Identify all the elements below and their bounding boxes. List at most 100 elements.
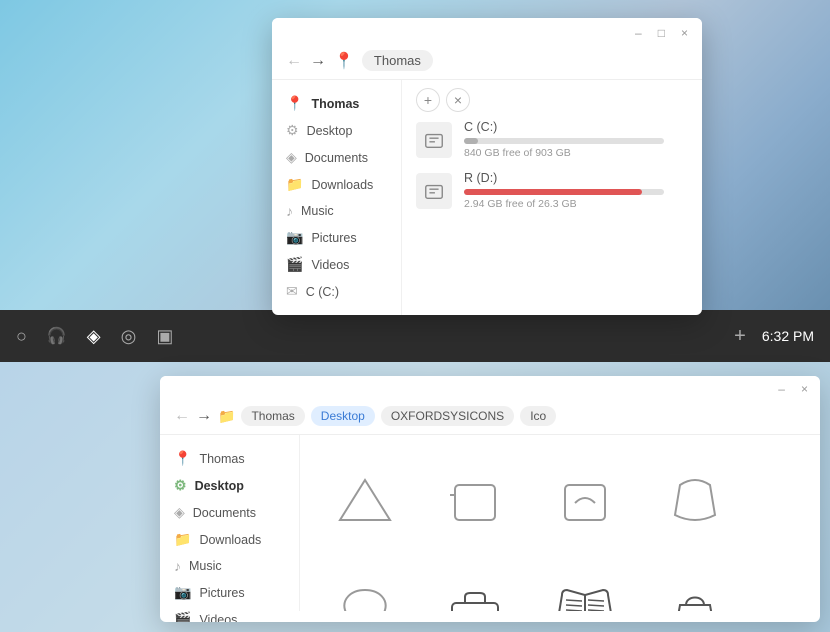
titlebar-bottom: – × xyxy=(160,376,820,402)
drive-c-bar-fill xyxy=(464,138,478,144)
titlebar-top: – □ × xyxy=(272,18,702,46)
compass-icon[interactable]: ◎ xyxy=(121,326,137,347)
pictures-label-top: Pictures xyxy=(311,231,356,245)
breadcrumb-thomas[interactable]: Thomas xyxy=(241,406,304,426)
back-button-top[interactable]: ← xyxy=(286,52,302,70)
sidebar-bottom: 📍 Thomas ⚙ Desktop ◈ Documents 📁 Downloa… xyxy=(160,435,300,611)
sidebar-item-thomas-top[interactable]: 📍 Thomas xyxy=(272,90,401,117)
close-button-top[interactable]: × xyxy=(677,24,692,42)
sidebar-item-desktop-bottom[interactable]: ⚙ Desktop xyxy=(160,472,299,499)
drive-r-info: R (D:) 2.94 GB free of 26.3 GB xyxy=(464,171,688,210)
icon-cell-4[interactable] xyxy=(640,445,750,555)
minimize-button-top[interactable]: – xyxy=(631,24,646,42)
sidebar-item-c-top[interactable]: ✉ C (C:) xyxy=(272,278,401,305)
taskbar-time: 6:32 PM xyxy=(762,328,814,344)
drive-r-item[interactable]: R (D:) 2.94 GB free of 26.3 GB xyxy=(416,171,688,210)
add-drive-button[interactable]: + xyxy=(416,88,440,112)
thomas-icon-bottom: 📍 xyxy=(174,450,191,467)
close-button-bottom[interactable]: × xyxy=(797,380,812,398)
minimize-button-bottom[interactable]: – xyxy=(774,380,789,398)
file-manager-window-top: – □ × ← → 📍 Thomas 📍 Thomas ⚙ Desktop ◈ … xyxy=(272,18,702,315)
image-icon[interactable]: ▣ xyxy=(156,326,173,347)
sidebar-item-thomas-bottom[interactable]: 📍 Thomas xyxy=(160,445,299,472)
desktop-icon-bottom: ⚙ xyxy=(174,477,187,494)
videos-label-bottom: Videos xyxy=(199,613,237,623)
sidebar-item-music-top[interactable]: ♪ Music xyxy=(272,198,401,224)
drive-r-icon xyxy=(416,173,452,209)
drive-c-item[interactable]: C (C:) 840 GB free of 903 GB xyxy=(416,120,688,159)
sidebar-item-documents-bottom[interactable]: ◈ Documents xyxy=(160,499,299,526)
icon-shopping-bag[interactable] xyxy=(640,555,750,611)
c-drive-label-top: C (C:) xyxy=(306,285,339,299)
circle-icon[interactable]: ○ xyxy=(16,326,27,347)
back-button-bottom[interactable]: ← xyxy=(174,407,190,425)
taskbar-icons: ○ 🎧 ◈ ◎ ▣ xyxy=(16,326,734,347)
sidebar-item-pictures-top[interactable]: 📷 Pictures xyxy=(272,224,401,251)
thomas-label-bottom: Thomas xyxy=(199,452,244,466)
forward-button-bottom[interactable]: → xyxy=(196,407,212,425)
icon-briefcase[interactable] xyxy=(420,555,530,611)
maximize-button-top[interactable]: □ xyxy=(654,24,669,42)
toolbar-bottom: ← → 📁 Thomas Desktop OXFORDSYSICONS Ico xyxy=(160,402,820,435)
pictures-icon-bottom: 📷 xyxy=(174,584,191,601)
icon-open-book[interactable] xyxy=(530,555,640,611)
drive-r-name: R (D:) xyxy=(464,171,688,185)
icon-cell-5[interactable] xyxy=(310,555,420,611)
headphone-icon[interactable]: 🎧 xyxy=(47,326,67,346)
sidebar-item-pictures-bottom[interactable]: 📷 Pictures xyxy=(160,579,299,606)
c-drive-icon-top: ✉ xyxy=(286,283,298,300)
music-icon-top: ♪ xyxy=(286,203,293,219)
downloads-icon-top: 📁 xyxy=(286,176,303,193)
videos-icon-top: 🎬 xyxy=(286,256,303,273)
sidebar-item-downloads-top[interactable]: 📁 Downloads xyxy=(272,171,401,198)
downloads-label-top: Downloads xyxy=(311,178,373,192)
downloads-icon-bottom: 📁 xyxy=(174,531,191,548)
music-label-top: Music xyxy=(301,204,334,218)
remove-drive-button[interactable]: × xyxy=(446,88,470,112)
window-bottom-body: 📍 Thomas ⚙ Desktop ◈ Documents 📁 Downloa… xyxy=(160,435,820,611)
videos-label-top: Videos xyxy=(311,258,349,272)
drive-c-size: 840 GB free of 903 GB xyxy=(464,147,688,159)
icon-cell-2[interactable] xyxy=(420,445,530,555)
sidebar-item-videos-top[interactable]: 🎬 Videos xyxy=(272,251,401,278)
documents-label-top: Documents xyxy=(305,151,368,165)
sidebar-item-downloads-bottom[interactable]: 📁 Downloads xyxy=(160,526,299,553)
drive-r-bar-bg xyxy=(464,189,664,195)
drive-c-bar-bg xyxy=(464,138,664,144)
icon-cell-3[interactable] xyxy=(530,445,640,555)
drive-c-name: C (C:) xyxy=(464,120,688,134)
breadcrumb-desktop[interactable]: Desktop xyxy=(311,406,375,426)
taskbar: ○ 🎧 ◈ ◎ ▣ + 6:32 PM xyxy=(0,310,830,362)
drive-c-info: C (C:) 840 GB free of 903 GB xyxy=(464,120,688,159)
add-remove-buttons: + × xyxy=(416,88,688,112)
documents-label-bottom: Documents xyxy=(193,506,256,520)
main-content-top: + × C (C:) 840 GB free of 903 GB xyxy=(402,80,702,315)
desktop-label-bottom: Desktop xyxy=(195,479,244,493)
pictures-label-bottom: Pictures xyxy=(199,586,244,600)
documents-icon-bottom: ◈ xyxy=(174,504,185,521)
folder-icon-bottom: 📁 xyxy=(218,408,235,425)
layers-icon[interactable]: ◈ xyxy=(87,326,101,347)
taskbar-add-button[interactable]: + xyxy=(734,325,746,348)
sidebar-item-videos-bottom[interactable]: 🎬 Videos xyxy=(160,606,299,622)
drive-r-bar-fill xyxy=(464,189,642,195)
sidebar-item-music-bottom[interactable]: ♪ Music xyxy=(160,553,299,579)
forward-button-top[interactable]: → xyxy=(310,52,326,70)
breadcrumb-ico[interactable]: Ico xyxy=(520,406,556,426)
sidebar-item-documents-top[interactable]: ◈ Documents xyxy=(272,144,401,171)
documents-icon-top: ◈ xyxy=(286,149,297,166)
file-manager-window-bottom: – × ← → 📁 Thomas Desktop OXFORDSYSICONS … xyxy=(160,376,820,622)
sidebar-top: 📍 Thomas ⚙ Desktop ◈ Documents 📁 Downloa… xyxy=(272,80,402,315)
icon-cell-1[interactable] xyxy=(310,445,420,555)
taskbar-right: + 6:32 PM xyxy=(734,325,814,348)
breadcrumb-oxfordsysicons[interactable]: OXFORDSYSICONS xyxy=(381,406,514,426)
drive-r-size: 2.94 GB free of 26.3 GB xyxy=(464,198,688,210)
icons-grid xyxy=(300,435,820,611)
drive-c-icon xyxy=(416,122,452,158)
sidebar-item-desktop-top[interactable]: ⚙ Desktop xyxy=(272,117,401,144)
pictures-icon-top: 📷 xyxy=(286,229,303,246)
desktop-label-top: Desktop xyxy=(307,124,353,138)
location-icon-top: 📍 xyxy=(334,51,354,71)
thomas-label-top: Thomas xyxy=(311,97,359,111)
location-pill-top[interactable]: Thomas xyxy=(362,50,433,71)
